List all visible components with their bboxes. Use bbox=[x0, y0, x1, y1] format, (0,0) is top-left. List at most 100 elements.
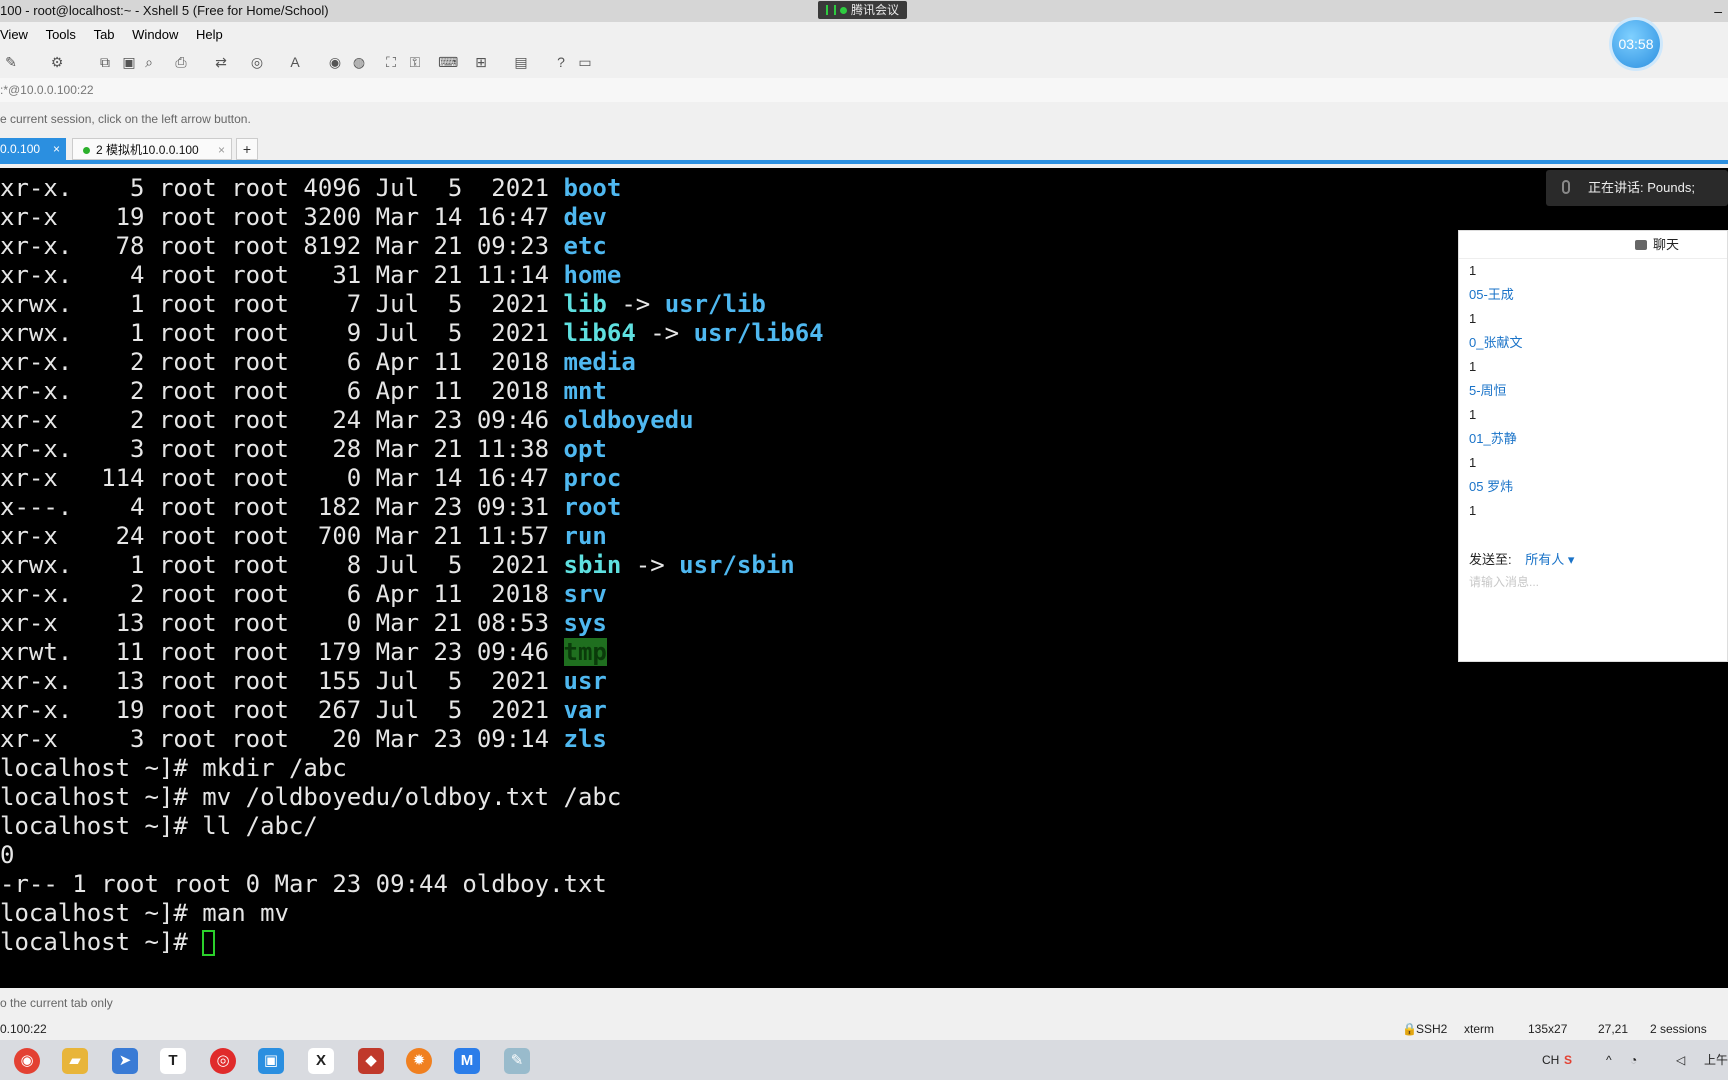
file-name: sys bbox=[563, 609, 607, 637]
menu-help[interactable]: Help bbox=[196, 22, 223, 48]
send-to-select[interactable]: 所有人 ▾ bbox=[1525, 552, 1574, 567]
settings-app-icon[interactable]: ✹ bbox=[406, 1048, 432, 1074]
chat-sender[interactable]: 05 罗炜 bbox=[1469, 475, 1727, 499]
help-icon[interactable]: ? bbox=[552, 53, 570, 71]
record-icon[interactable]: ◍ bbox=[350, 53, 368, 71]
terminal-line: xrwx. 1 root root 9 Jul 5 2021 lib64 -> … bbox=[0, 319, 824, 348]
layout-icon[interactable]: ▤ bbox=[512, 53, 530, 71]
tab-session-2[interactable]: 2 模拟机10.0.0.100 × bbox=[72, 138, 232, 160]
fullscreen-icon[interactable]: ⛶ bbox=[382, 53, 400, 71]
tab-label: 0.0.100 bbox=[0, 142, 41, 156]
terminal-line: xr-x 19 root root 3200 Mar 14 16:47 dev bbox=[0, 203, 824, 232]
netease-icon[interactable]: ◎ bbox=[210, 1048, 236, 1074]
clock[interactable]: 上午 bbox=[1704, 1040, 1728, 1080]
globe-icon[interactable]: ◎ bbox=[248, 53, 266, 71]
file-meta: xr-x. 3 root root 28 Mar 21 11:38 bbox=[0, 435, 564, 463]
meeting-timer[interactable]: 03:58 bbox=[1612, 20, 1660, 68]
terminal-cursor[interactable] bbox=[202, 930, 216, 956]
file-name: srv bbox=[563, 580, 607, 608]
chat-message: 1 bbox=[1469, 407, 1477, 422]
file-meta: xr-x. 2 root root 6 Apr 11 2018 bbox=[0, 348, 564, 376]
add-tab-button[interactable]: + bbox=[236, 138, 258, 160]
minimize-button[interactable]: – bbox=[1714, 0, 1722, 22]
copy-icon[interactable]: ⧉ bbox=[96, 53, 114, 71]
file-meta: xrwx. 1 root root 9 Jul 5 2021 bbox=[0, 319, 564, 347]
file-name: root bbox=[563, 493, 622, 521]
edit-icon[interactable]: ✎ bbox=[2, 53, 20, 71]
link-target: usr/lib bbox=[664, 290, 766, 318]
file-name: opt bbox=[563, 435, 607, 463]
terminal-line: xr-x. 2 root root 6 Apr 11 2018 media bbox=[0, 348, 824, 377]
file-name: dev bbox=[563, 203, 607, 231]
menu-window[interactable]: Window bbox=[132, 22, 178, 48]
text-editor-icon[interactable]: T bbox=[160, 1048, 186, 1074]
terminal-line: xr-x 13 root root 0 Mar 21 08:53 sys bbox=[0, 609, 824, 638]
terminal-line: xr-x 24 root root 700 Mar 21 11:57 run bbox=[0, 522, 824, 551]
file-name: boot bbox=[563, 174, 622, 202]
chrome-icon[interactable]: ◉ bbox=[14, 1048, 40, 1074]
feishu-icon[interactable]: ➤ bbox=[112, 1048, 138, 1074]
transfer-icon[interactable]: ⇄ bbox=[212, 53, 230, 71]
file-meta: xr-x 3 root root 20 Mar 23 09:14 bbox=[0, 725, 564, 753]
close-icon[interactable]: × bbox=[53, 138, 60, 160]
file-name: zls bbox=[563, 725, 607, 753]
menu-tools[interactable]: Tools bbox=[46, 22, 76, 48]
close-icon[interactable]: × bbox=[218, 139, 225, 161]
menu-tab[interactable]: Tab bbox=[94, 22, 115, 48]
toolbar: ✎ ⚙ ⧉ ▣ ⌕ ⎙ ⇄ ◎ A ◉ ◍ ⛶ ⚿ ⌨ ⊞ ▤ ? ▭ bbox=[0, 48, 1728, 76]
print-icon[interactable]: ⎙ bbox=[172, 53, 190, 71]
tab-session-1[interactable]: 0.0.100 × bbox=[0, 138, 66, 160]
status-term: xterm bbox=[1464, 1022, 1494, 1036]
tencent-meeting-icon[interactable]: M bbox=[454, 1048, 480, 1074]
chat-bubble-icon[interactable]: ▭ bbox=[576, 53, 594, 71]
chat-message: 1 bbox=[1469, 359, 1477, 374]
link-target: usr/sbin bbox=[679, 551, 795, 579]
status-cursor: 27,21 bbox=[1598, 1022, 1629, 1036]
xshell-icon[interactable]: X bbox=[308, 1048, 334, 1074]
folder-icon[interactable]: ▰ bbox=[62, 1048, 88, 1074]
keyboard-icon[interactable]: ⌨ bbox=[438, 53, 458, 71]
chat-panel: 聊天 1 05-王成 1 0_张献文 1 5-周恒 1 01_苏静 1 05 罗炜 1 发送至: 所… bbox=[1458, 230, 1728, 662]
terminal-line: xr-x. 19 root root 267 Jul 5 2021 var bbox=[0, 696, 824, 725]
chat-sender[interactable]: 01_苏静 bbox=[1469, 427, 1727, 451]
chat-sender[interactable]: 5-周恒 bbox=[1469, 379, 1727, 403]
file-meta: x---. 4 root root 182 Mar 23 09:31 bbox=[0, 493, 564, 521]
network-icon[interactable]: ◔ bbox=[1630, 1040, 1637, 1080]
tab-bar: 0.0.100 × 2 模拟机10.0.0.100 × + bbox=[0, 138, 1728, 164]
tray-up-icon[interactable]: ^ bbox=[1606, 1040, 1612, 1080]
file-meta: xr-x. 13 root root 155 Jul 5 2021 bbox=[0, 667, 564, 695]
ime-indicator[interactable]: CH bbox=[1542, 1040, 1559, 1080]
address-bar[interactable]: :*@10.0.0.100:22 bbox=[0, 78, 1728, 102]
send-to-value: 所有人 bbox=[1525, 552, 1565, 567]
file-meta: xrwt. 11 root root 179 Mar 23 09:46 bbox=[0, 638, 564, 666]
new-tab-icon[interactable]: ⊞ bbox=[472, 53, 490, 71]
chat-sender[interactable]: 0_张献文 bbox=[1469, 331, 1727, 355]
paint-icon[interactable]: ✎ bbox=[504, 1048, 530, 1074]
status-sessions[interactable]: 2 sessions bbox=[1650, 1018, 1707, 1040]
terminal-command-line: localhost ~]# ll /abc/ bbox=[0, 812, 318, 840]
meeting-indicator[interactable]: 腾讯会议 bbox=[818, 1, 908, 19]
font-icon[interactable]: A bbox=[286, 53, 304, 71]
status-lock-icon: 🔒 bbox=[1402, 1022, 1417, 1036]
window-app-icon[interactable]: ▣ bbox=[258, 1048, 284, 1074]
meeting-label: 腾讯会议 bbox=[851, 3, 900, 17]
chat-title: 聊天 bbox=[1653, 237, 1680, 252]
xftp-icon[interactable]: ◆ bbox=[358, 1048, 384, 1074]
file-name: tmp bbox=[563, 638, 607, 666]
chat-input[interactable]: 请输入消息... bbox=[1469, 573, 1539, 590]
signal-icon bbox=[826, 5, 836, 15]
lock-icon[interactable]: ⚿ bbox=[406, 53, 424, 71]
chat-sender[interactable]: 05-王成 bbox=[1469, 283, 1727, 307]
menu-view[interactable]: View bbox=[0, 22, 28, 48]
terminal-line: xr-x. 2 root root 6 Apr 11 2018 srv bbox=[0, 580, 824, 609]
find-icon[interactable]: ⌕ bbox=[140, 53, 158, 71]
volume-icon[interactable]: ◁ bbox=[1676, 1040, 1685, 1080]
file-meta: xr-x. 5 root root 4096 Jul 5 2021 bbox=[0, 174, 564, 202]
sogou-icon[interactable]: S bbox=[1564, 1040, 1572, 1080]
title-bar: 100 - root@localhost:~ - Xshell 5 (Free … bbox=[0, 0, 1728, 22]
properties-icon[interactable]: ⚙ bbox=[48, 53, 66, 71]
link-arrow: -> bbox=[621, 551, 680, 579]
connected-dot-icon bbox=[83, 147, 90, 154]
script-icon[interactable]: ◉ bbox=[326, 53, 344, 71]
paste-icon[interactable]: ▣ bbox=[120, 53, 138, 71]
